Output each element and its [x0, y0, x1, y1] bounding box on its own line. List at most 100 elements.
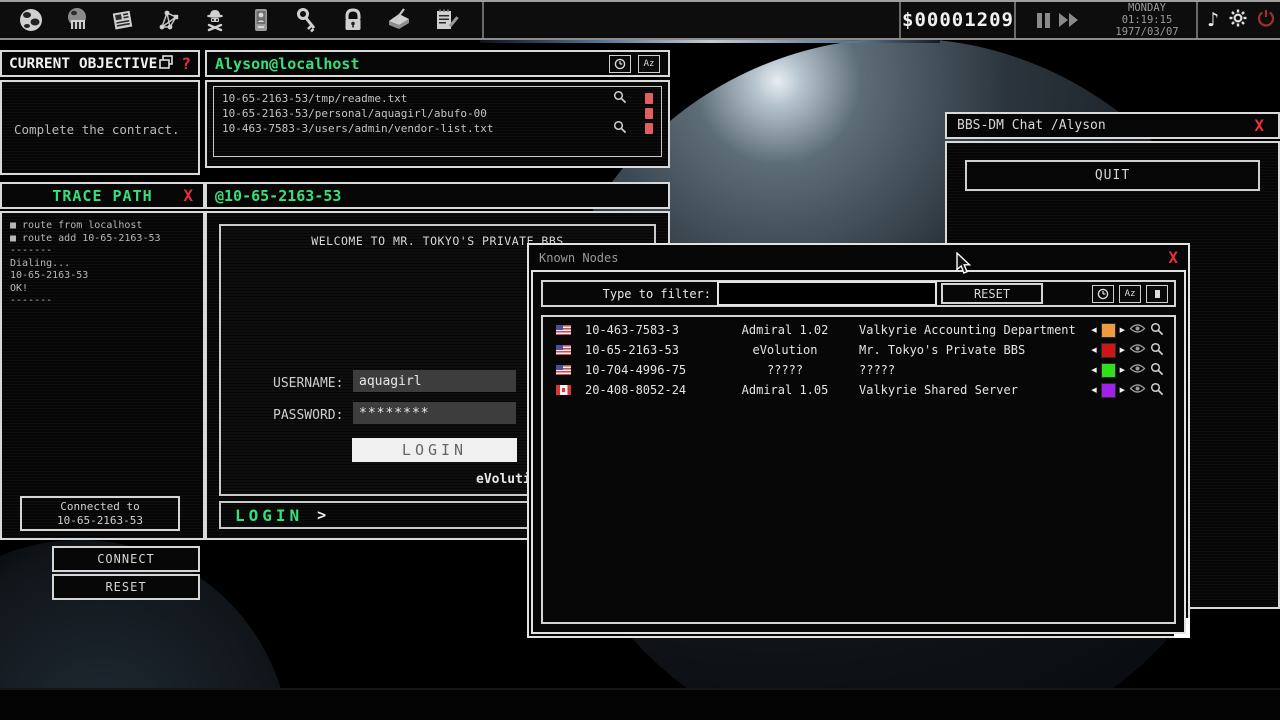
node-controls: ◀▶ [1091, 362, 1164, 379]
game-screen: $00001209 MONDAY 01:19:15 1977/03/07 ♪ C… [0, 0, 1280, 720]
fast-forward-icon[interactable] [1059, 13, 1078, 27]
nav-icon-group [14, 2, 461, 38]
close-icon[interactable]: X [1168, 250, 1178, 266]
game-clock: MONDAY 01:19:15 1977/03/07 [1098, 2, 1196, 38]
node-color-swatch[interactable] [1101, 363, 1116, 378]
inspect-node-icon[interactable] [1150, 322, 1164, 339]
power-icon[interactable] [1257, 9, 1275, 31]
watch-node-icon[interactable] [1129, 343, 1146, 357]
help-icon[interactable]: ? [181, 54, 191, 73]
file-path: 10-65-2163-53/tmp/readme.txt [222, 92, 407, 105]
news-icon[interactable] [106, 4, 139, 37]
objective-titlebar: CURRENT OBJECTIVE ? [0, 50, 200, 77]
sort-alpha-button[interactable]: Az [1119, 285, 1141, 303]
known-nodes-title: Known Nodes [539, 251, 618, 265]
resize-handle[interactable] [1174, 618, 1190, 638]
inspect-node-icon[interactable] [1150, 362, 1164, 379]
trace-log-line: Dialing... [10, 258, 195, 271]
color-next-arrow[interactable]: ▶ [1120, 386, 1125, 394]
objective-panel: Complete the contract. [0, 80, 200, 175]
filter-reset-button[interactable]: RESET [941, 283, 1043, 304]
connect-button[interactable]: CONNECT [52, 546, 200, 572]
spy-icon[interactable] [198, 4, 231, 37]
filemanager-title: Alyson@localhost [215, 55, 360, 73]
sort-recent-icon[interactable] [609, 55, 631, 73]
node-color-swatch[interactable] [1101, 383, 1116, 398]
objective-title: CURRENT OBJECTIVE [9, 56, 157, 72]
file-row-icons [601, 90, 653, 107]
login-button[interactable]: LOGIN [352, 438, 517, 462]
connection-status-line2: 10-65-2163-53 [22, 514, 178, 528]
username-field[interactable] [353, 370, 516, 392]
bottom-bar [0, 688, 1280, 720]
atmosphere-line [480, 40, 940, 43]
node-color-swatch[interactable] [1101, 323, 1116, 338]
file-row[interactable]: 10-65-2163-53/personal/aquagirl/abufo-00 [222, 106, 653, 121]
music-icon[interactable]: ♪ [1207, 9, 1219, 31]
connection-status-line1: Connected to [22, 500, 178, 514]
color-prev-arrow[interactable]: ◀ [1091, 366, 1096, 374]
filemanager-panel: 10-65-2163-53/tmp/readme.txt 10-65-2163-5… [205, 80, 670, 168]
file-path: 10-65-2163-53/personal/aquagirl/abufo-00 [222, 107, 487, 120]
color-next-arrow[interactable]: ▶ [1120, 346, 1125, 354]
trace-log: ■ route from localhost■ route add 10-65-… [10, 220, 195, 308]
known-nodes-titlebar[interactable]: Known Nodes X [529, 245, 1188, 270]
watch-node-icon[interactable] [1129, 363, 1146, 377]
node-color-swatch[interactable] [1101, 343, 1116, 358]
id-card-icon[interactable] [244, 4, 277, 37]
world-map-icon[interactable] [14, 4, 47, 37]
node-name: Valkyrie Accounting Department [845, 323, 1091, 337]
node-row[interactable]: 20-408-8052-24Admiral 1.05Valkyrie Share… [543, 380, 1174, 400]
password-field[interactable] [353, 402, 516, 424]
delete-file-icon[interactable] [645, 93, 653, 104]
close-icon[interactable]: X [183, 188, 193, 204]
country-flag-ca [556, 385, 571, 395]
quit-button[interactable]: QUIT [965, 160, 1260, 191]
color-prev-arrow[interactable]: ◀ [1091, 386, 1096, 394]
book-icon[interactable] [382, 4, 415, 37]
sort-recent-icon[interactable] [1092, 285, 1114, 303]
watch-node-icon[interactable] [1129, 383, 1146, 397]
node-table: 10-463-7583-3Admiral 1.02Valkyrie Accoun… [541, 315, 1176, 624]
known-nodes-window: Known Nodes X Type to filter: RESET Az 1… [527, 243, 1190, 638]
color-next-arrow[interactable]: ▶ [1120, 326, 1125, 334]
view-file-icon[interactable] [613, 120, 627, 137]
file-row[interactable]: 10-463-7583-3/users/admin/vendor-list.tx… [222, 121, 653, 136]
file-row[interactable]: 10-65-2163-53/tmp/readme.txt [222, 91, 653, 106]
node-address: 10-65-2163-53 [585, 343, 725, 357]
notes-icon[interactable] [428, 4, 461, 37]
node-row[interactable]: 10-65-2163-53eVolutionMr. Tokyo's Privat… [543, 340, 1174, 360]
clock-date: 1977/03/07 [1115, 26, 1178, 38]
inspect-node-icon[interactable] [1150, 382, 1164, 399]
color-prev-arrow[interactable]: ◀ [1091, 346, 1096, 354]
remote-host-titlebar: @10-65-2163-53 [205, 182, 670, 209]
delete-file-icon[interactable] [645, 108, 653, 119]
pause-icon[interactable] [1037, 13, 1050, 28]
view-file-icon[interactable] [613, 90, 627, 107]
watch-node-icon[interactable] [1129, 323, 1146, 337]
file-row-icons [601, 120, 653, 137]
inspect-node-icon[interactable] [1150, 342, 1164, 359]
tracepath-panel: ■ route from localhost■ route add 10-65-… [0, 211, 205, 540]
color-prev-arrow[interactable]: ◀ [1091, 326, 1096, 334]
node-row[interactable]: 10-704-4996-75??????????◀▶ [543, 360, 1174, 380]
key-icon[interactable] [290, 4, 323, 37]
reset-route-button[interactable]: RESET [52, 574, 200, 600]
node-os: eVolution [725, 343, 845, 357]
filter-input[interactable] [717, 281, 937, 306]
windows-icon[interactable] [159, 54, 174, 73]
sort-color-icon[interactable] [1146, 285, 1168, 303]
delete-file-icon[interactable] [645, 123, 653, 134]
node-row[interactable]: 10-463-7583-3Admiral 1.02Valkyrie Accoun… [543, 320, 1174, 340]
color-next-arrow[interactable]: ▶ [1120, 366, 1125, 374]
country-flag-us [556, 365, 571, 375]
network-map-icon[interactable] [152, 4, 185, 37]
toolbar-separator [482, 2, 484, 38]
close-icon[interactable]: X [1254, 118, 1264, 134]
sort-alpha-button[interactable]: Az [638, 55, 660, 73]
trace-log-line: ------- [10, 295, 195, 308]
city-icon[interactable] [60, 4, 93, 37]
filter-label: Type to filter: [543, 287, 711, 301]
lock-icon[interactable] [336, 4, 369, 37]
settings-gear-icon[interactable] [1229, 9, 1247, 31]
